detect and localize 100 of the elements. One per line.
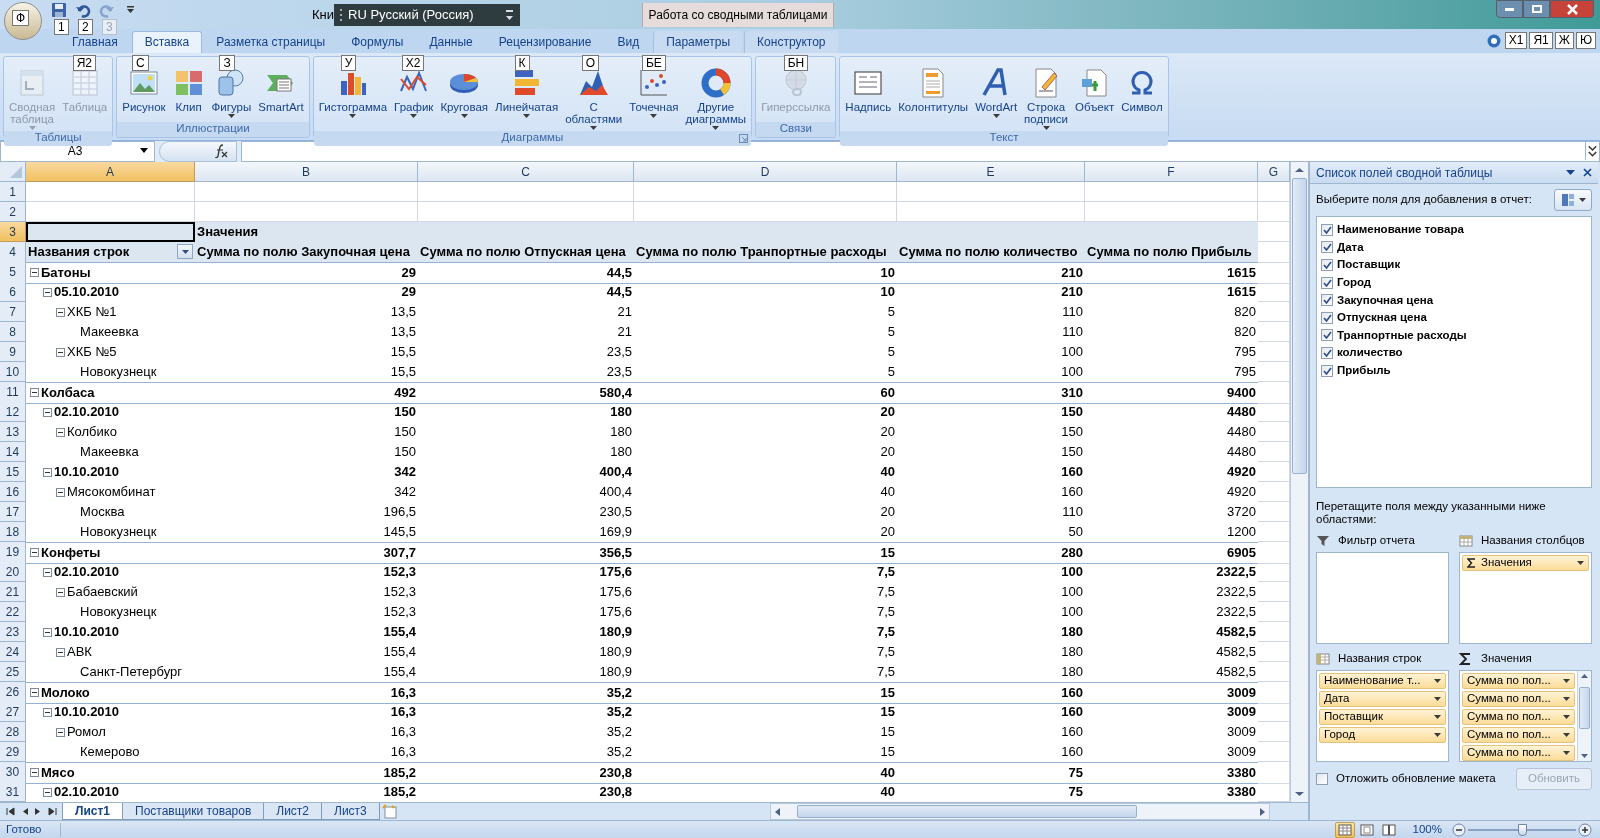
field-chip[interactable]: Город	[1319, 727, 1446, 743]
collapse-icon[interactable]	[30, 688, 39, 698]
checkbox[interactable]	[1321, 294, 1333, 307]
row-header[interactable]: 3	[0, 222, 26, 242]
close-icon[interactable]	[1583, 168, 1592, 177]
collapse-icon[interactable]	[56, 587, 65, 597]
dropdown-icon[interactable]	[139, 148, 150, 155]
dropdown-icon[interactable]	[1566, 169, 1575, 176]
row-header[interactable]: 9	[0, 342, 26, 362]
column-header[interactable]: G	[1258, 162, 1290, 182]
collapse-icon[interactable]	[30, 388, 39, 398]
checkbox[interactable]	[1321, 364, 1333, 377]
ribbon-tab[interactable]: Вид	[605, 30, 652, 53]
language-bar[interactable]: RU Русский (Россия)	[334, 3, 520, 26]
row-header[interactable]: 29	[0, 742, 26, 762]
sheet-tab[interactable]: Лист2	[263, 803, 323, 820]
empty-cell[interactable]	[1085, 182, 1258, 202]
previous-sheet-icon[interactable]	[20, 807, 29, 816]
window-control-button[interactable]	[1496, 0, 1523, 18]
last-sheet-icon[interactable]	[48, 807, 57, 816]
row-header[interactable]: 24	[0, 642, 26, 662]
collapse-icon[interactable]	[43, 467, 52, 477]
ribbon-button[interactable]: Символ	[1118, 66, 1166, 113]
collapse-icon[interactable]	[56, 727, 65, 737]
ribbon-button[interactable]: Другие диаграммы	[682, 66, 750, 131]
row-header[interactable]: 26	[0, 682, 26, 704]
ribbon-button[interactable]: Надпись	[842, 66, 895, 113]
column-header[interactable]: A	[26, 162, 195, 182]
ribbon-tab[interactable]: Параметры	[653, 30, 743, 53]
field-chip[interactable]: Сумма по пол...	[1462, 673, 1575, 689]
zoom-slider[interactable]	[1468, 822, 1576, 837]
row-header[interactable]: 17	[0, 502, 26, 522]
sheet-tab[interactable]: Поставщики товаров	[122, 803, 265, 820]
collapse-icon[interactable]	[56, 307, 65, 317]
row-header[interactable]: 27	[0, 702, 26, 722]
row-header[interactable]: 23	[0, 622, 26, 642]
sheet-tab[interactable]: Лист1	[62, 803, 124, 820]
collapse-icon[interactable]	[30, 268, 39, 278]
ribbon-button[interactable]: SmartArt	[255, 66, 307, 113]
row-header[interactable]: 21	[0, 582, 26, 602]
collapse-icon[interactable]	[56, 427, 65, 437]
ribbon-button[interactable]: Клип	[169, 66, 208, 113]
row-header[interactable]: 8	[0, 322, 26, 342]
row-header[interactable]: 25	[0, 662, 26, 682]
row-header[interactable]: 15	[0, 462, 26, 482]
empty-cell[interactable]	[897, 182, 1085, 202]
collapse-icon[interactable]	[43, 707, 52, 717]
column-header[interactable]: E	[897, 162, 1085, 182]
row-header[interactable]: 20	[0, 562, 26, 582]
customize-dropdown-icon[interactable]	[126, 6, 135, 14]
checkbox[interactable]	[1321, 346, 1333, 359]
row-header[interactable]: 4	[0, 242, 26, 263]
ribbon-button[interactable]: Круговая	[437, 66, 492, 119]
horizontal-scrollbar[interactable]	[769, 803, 1270, 820]
ribbon-tab[interactable]: Вставка	[131, 30, 203, 53]
slider-thumb[interactable]	[1518, 823, 1527, 836]
checkbox[interactable]	[1321, 223, 1333, 236]
column-header[interactable]: D	[634, 162, 897, 182]
row-header[interactable]: 6	[0, 282, 26, 302]
selected-cell[interactable]	[26, 222, 195, 242]
ribbon-tab[interactable]: Конструктор	[744, 30, 838, 53]
vertical-scrollbar[interactable]	[1290, 162, 1308, 802]
column-header[interactable]: F	[1085, 162, 1258, 182]
zoom-in-icon[interactable]	[1578, 822, 1592, 837]
language-menu-icon[interactable]	[505, 7, 514, 22]
zoom-out-icon[interactable]	[1452, 822, 1466, 837]
next-sheet-icon[interactable]	[34, 807, 43, 816]
column-header[interactable]: B	[195, 162, 418, 182]
filter-dropdown-button[interactable]	[177, 244, 193, 260]
field-chip[interactable]: Дата	[1319, 691, 1446, 707]
window-control-button[interactable]	[1523, 0, 1550, 18]
checkbox[interactable]	[1321, 259, 1333, 271]
field-chip[interactable]: Сумма по пол...	[1462, 709, 1575, 725]
collapse-icon[interactable]	[43, 567, 52, 577]
quick-access-button[interactable]	[50, 1, 68, 19]
collapse-icon[interactable]	[56, 647, 65, 657]
collapse-icon[interactable]	[30, 768, 39, 778]
field-chip[interactable]: Наименование т...	[1319, 673, 1446, 689]
row-header[interactable]: 18	[0, 522, 26, 542]
collapse-icon[interactable]	[56, 347, 65, 357]
row-header[interactable]: 7	[0, 302, 26, 322]
row-header[interactable]: 13	[0, 422, 26, 442]
ribbon-tab[interactable]: Рецензирование	[486, 30, 604, 53]
ribbon-button[interactable]: Объект	[1072, 66, 1118, 113]
checkbox[interactable]	[1321, 329, 1333, 342]
ribbon-button[interactable]: Колонтитулы	[895, 66, 972, 113]
scrollbar-thumb[interactable]	[796, 805, 1137, 818]
empty-cell[interactable]	[418, 182, 634, 202]
row-header[interactable]: 10	[0, 362, 26, 382]
ribbon-tab[interactable]: Разметка страницы	[204, 30, 338, 53]
sheet-tab[interactable]: Лист3	[321, 803, 380, 820]
ribbon-tab[interactable]: Формулы	[339, 30, 416, 53]
row-header[interactable]: 16	[0, 482, 26, 502]
checkbox[interactable]	[1321, 311, 1333, 324]
field-chip[interactable]: Сумма по пол...	[1462, 691, 1575, 707]
checkbox[interactable]	[1316, 773, 1328, 785]
row-header[interactable]: 12	[0, 402, 26, 422]
row-header[interactable]: 2	[0, 202, 26, 222]
ribbon-button[interactable]: Строка подписи	[1021, 66, 1071, 131]
ribbon-tab[interactable]: Данные	[417, 30, 485, 53]
